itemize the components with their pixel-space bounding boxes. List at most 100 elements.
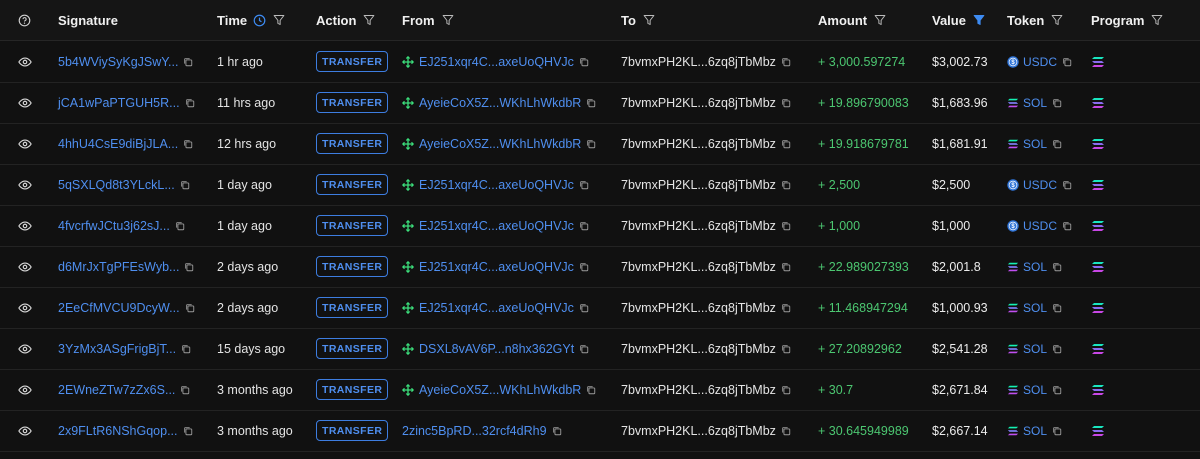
eye-icon[interactable] [18, 179, 32, 191]
copy-icon[interactable] [1052, 426, 1062, 436]
from-address-link[interactable]: EJ251xqr4C...axeUoQHVJc [419, 260, 574, 274]
copy-icon[interactable] [781, 98, 791, 108]
signature-link[interactable]: 5b4WViySyKgJSwY... [58, 55, 178, 69]
signature-link[interactable]: 3YzMx3ASgFrigBjT... [58, 342, 176, 356]
eye-icon[interactable] [18, 56, 32, 68]
table-row[interactable]: jCA1wPaPTGUH5R... 11 hrs ago TRANSFER Ayeie… [0, 82, 1200, 124]
copy-icon[interactable] [181, 344, 191, 354]
copy-icon[interactable] [180, 385, 190, 395]
copy-icon[interactable] [781, 221, 791, 231]
copy-icon[interactable] [781, 426, 791, 436]
copy-icon[interactable] [586, 385, 596, 395]
copy-icon[interactable] [1062, 221, 1072, 231]
signature-link[interactable]: d6MrJxTgPFEsWyb... [58, 260, 179, 274]
solana-program-icon[interactable] [1091, 56, 1105, 68]
signature-link[interactable]: 2EeCfMVCU9DcyW... [58, 301, 180, 315]
table-row[interactable]: 4fvcrfwJCtu3j62sJ... 1 day ago TRANSFER EJ2… [0, 205, 1200, 247]
copy-icon[interactable] [579, 57, 589, 67]
copy-icon[interactable] [579, 262, 589, 272]
copy-icon[interactable] [781, 262, 791, 272]
copy-icon[interactable] [579, 221, 589, 231]
copy-icon[interactable] [579, 180, 589, 190]
eye-icon[interactable] [18, 97, 32, 109]
from-address-link[interactable]: EJ251xqr4C...axeUoQHVJc [419, 178, 574, 192]
copy-icon[interactable] [586, 98, 596, 108]
solana-program-icon[interactable] [1091, 343, 1105, 355]
from-address-link[interactable]: EJ251xqr4C...axeUoQHVJc [419, 219, 574, 233]
eye-icon[interactable] [18, 343, 32, 355]
solana-program-icon[interactable] [1091, 97, 1105, 109]
solana-program-icon[interactable] [1091, 425, 1105, 437]
time-filter-icon[interactable] [273, 14, 285, 26]
copy-icon[interactable] [579, 303, 589, 313]
copy-icon[interactable] [184, 262, 194, 272]
copy-icon[interactable] [1052, 262, 1062, 272]
token-link[interactable]: SOL [1023, 424, 1047, 438]
table-row[interactable]: 3YzMx3ASgFrigBjT... 15 days ago TRANSFER DS… [0, 328, 1200, 370]
copy-icon[interactable] [1052, 139, 1062, 149]
copy-icon[interactable] [185, 303, 195, 313]
token-link[interactable]: USDC [1023, 178, 1057, 192]
table-row[interactable]: 4hhU4CsE9diBjJLA... 12 hrs ago TRANSFER Aye… [0, 123, 1200, 165]
signature-link[interactable]: 2EWneZTw7zZx6S... [58, 383, 175, 397]
token-link[interactable]: USDC [1023, 219, 1057, 233]
table-row[interactable]: d6MrJxTgPFEsWyb... 2 days ago TRANSFER EJ25… [0, 246, 1200, 288]
program-filter-icon[interactable] [1151, 14, 1163, 26]
token-link[interactable]: SOL [1023, 301, 1047, 315]
eye-icon[interactable] [18, 220, 32, 232]
from-address-link[interactable]: AyeieCoX5Z...WKhLhWkdbR [419, 96, 581, 110]
signature-link[interactable]: 5qSXLQd8t3YLckL... [58, 178, 175, 192]
copy-icon[interactable] [183, 139, 193, 149]
header-info[interactable] [18, 0, 48, 40]
copy-icon[interactable] [183, 57, 193, 67]
copy-icon[interactable] [1062, 57, 1072, 67]
copy-icon[interactable] [781, 139, 791, 149]
from-address-link[interactable]: EJ251xqr4C...axeUoQHVJc [419, 301, 574, 315]
signature-link[interactable]: 4fvcrfwJCtu3j62sJ... [58, 219, 170, 233]
action-filter-icon[interactable] [363, 14, 375, 26]
copy-icon[interactable] [1052, 385, 1062, 395]
copy-icon[interactable] [183, 426, 193, 436]
copy-icon[interactable] [1052, 344, 1062, 354]
token-link[interactable]: SOL [1023, 260, 1047, 274]
clock-icon[interactable] [253, 14, 266, 27]
copy-icon[interactable] [552, 426, 562, 436]
copy-icon[interactable] [175, 221, 185, 231]
copy-icon[interactable] [1052, 303, 1062, 313]
from-address-link[interactable]: AyeieCoX5Z...WKhLhWkdbR [419, 383, 581, 397]
table-row[interactable]: 2EWneZTw7zZx6S... 3 months ago TRANSFER Aye… [0, 369, 1200, 411]
solana-program-icon[interactable] [1091, 384, 1105, 396]
table-row[interactable]: 5qSXLQd8t3YLckL... 1 day ago TRANSFER EJ251… [0, 164, 1200, 206]
to-filter-icon[interactable] [643, 14, 655, 26]
signature-link[interactable]: 2x9FLtR6NShGqop... [58, 424, 178, 438]
eye-icon[interactable] [18, 138, 32, 150]
signature-link[interactable]: jCA1wPaPTGUH5R... [58, 96, 180, 110]
copy-icon[interactable] [1052, 98, 1062, 108]
from-filter-icon[interactable] [442, 14, 454, 26]
signature-link[interactable]: 4hhU4CsE9diBjJLA... [58, 137, 178, 151]
value-filter-active-icon[interactable] [973, 14, 985, 26]
copy-icon[interactable] [1062, 180, 1072, 190]
token-link[interactable]: USDC [1023, 55, 1057, 69]
token-link[interactable]: SOL [1023, 137, 1047, 151]
eye-icon[interactable] [18, 302, 32, 314]
copy-icon[interactable] [579, 344, 589, 354]
token-link[interactable]: SOL [1023, 383, 1047, 397]
token-link[interactable]: SOL [1023, 96, 1047, 110]
solana-program-icon[interactable] [1091, 302, 1105, 314]
copy-icon[interactable] [781, 344, 791, 354]
eye-icon[interactable] [18, 384, 32, 396]
table-row[interactable]: 5b4WViySyKgJSwY... 1 hr ago TRANSFER EJ251x… [0, 41, 1200, 83]
question-circle-icon[interactable] [18, 14, 31, 27]
solana-program-icon[interactable] [1091, 179, 1105, 191]
copy-icon[interactable] [781, 180, 791, 190]
solana-program-icon[interactable] [1091, 138, 1105, 150]
token-filter-icon[interactable] [1051, 14, 1063, 26]
copy-icon[interactable] [781, 385, 791, 395]
eye-icon[interactable] [18, 261, 32, 273]
copy-icon[interactable] [781, 303, 791, 313]
eye-icon[interactable] [18, 425, 32, 437]
copy-icon[interactable] [180, 180, 190, 190]
table-row[interactable]: 2x9FLtR6NShGqop... 3 months ago TRANSFER 2z… [0, 410, 1200, 452]
amount-filter-icon[interactable] [874, 14, 886, 26]
